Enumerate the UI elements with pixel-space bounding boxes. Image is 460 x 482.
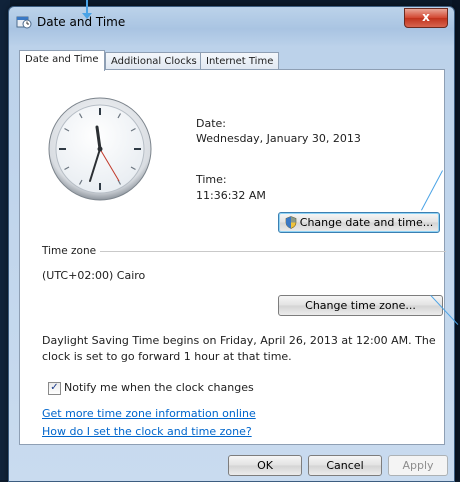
tab-internet-time[interactable]: Internet Time <box>200 52 280 70</box>
time-zone-group-label: Time zone <box>42 245 97 257</box>
annotation-arrow-top <box>82 0 92 19</box>
notify-label[interactable]: Notify me when the clock changes <box>64 381 254 394</box>
date-time-icon <box>16 16 32 29</box>
time-zone-value: (UTC+02:00) Cairo <box>42 269 146 282</box>
time-value: 11:36:32 AM <box>196 189 266 202</box>
cancel-button[interactable]: Cancel <box>308 455 382 476</box>
tab-date-and-time[interactable]: Date and Time <box>19 50 105 71</box>
apply-button[interactable]: Apply <box>388 455 448 476</box>
analog-clock <box>48 97 152 201</box>
date-label: Date: <box>196 117 226 130</box>
dst-info-line-2: clock is set to go forward 1 hour at tha… <box>42 350 292 363</box>
time-label: Time: <box>196 173 227 186</box>
tab-panel: Date: Wednesday, January 30, 2013 Time: … <box>19 69 446 445</box>
dst-info-line-1: Daylight Saving Time begins on Friday, A… <box>42 334 436 347</box>
change-date-time-label: Change date and time... <box>299 216 434 229</box>
change-time-zone-button[interactable]: Change time zone... <box>278 295 443 316</box>
how-to-set-clock-link[interactable]: How do I set the clock and time zone? <box>42 425 252 438</box>
ok-button[interactable]: OK <box>228 455 302 476</box>
group-divider <box>100 251 446 252</box>
more-time-zone-info-link[interactable]: Get more time zone information online <box>42 407 256 420</box>
close-button[interactable]: x <box>404 8 448 28</box>
uac-shield-icon <box>285 216 297 229</box>
change-date-time-button[interactable]: Change date and time... <box>278 212 440 233</box>
tab-additional-clocks[interactable]: Additional Clocks <box>105 52 203 70</box>
notify-checkbox[interactable]: ✓ <box>48 382 61 395</box>
date-time-dialog: Date and Time x Date and Time Additional… <box>8 6 455 482</box>
date-value: Wednesday, January 30, 2013 <box>196 132 361 145</box>
title-bar[interactable]: Date and Time x <box>9 7 454 37</box>
